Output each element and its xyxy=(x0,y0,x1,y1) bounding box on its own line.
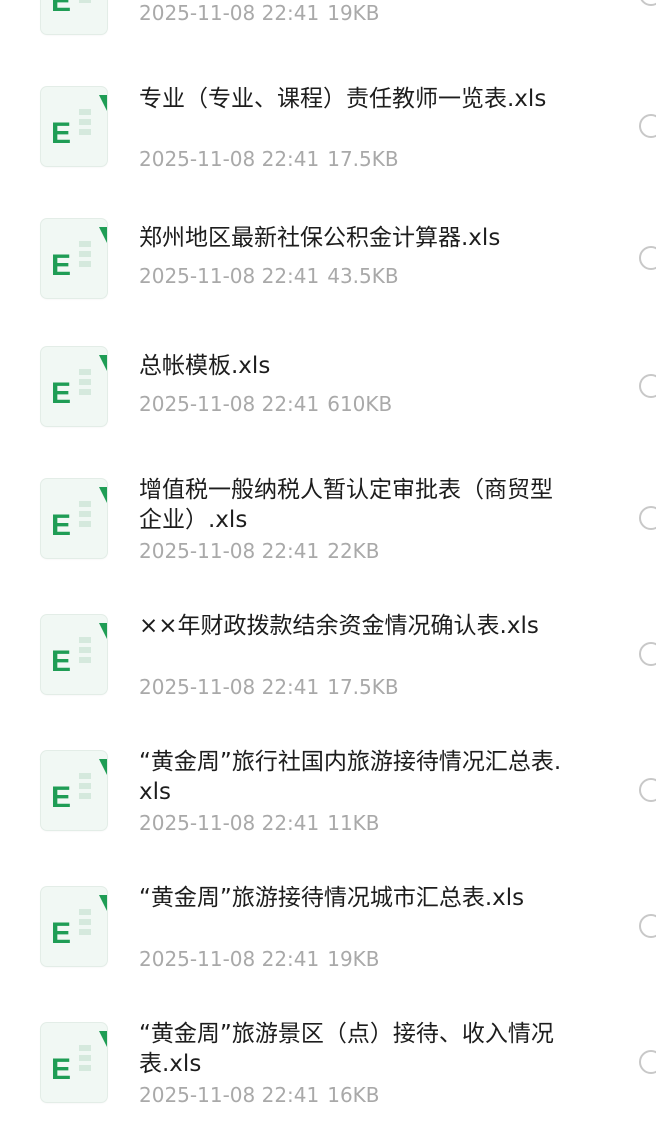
file-name: “黄金周”旅游接待情况城市汇总表.xls xyxy=(139,885,525,911)
file-meta: 2025-11-08 22:41 16KB xyxy=(139,1082,380,1108)
file-size: 16KB xyxy=(327,1083,380,1107)
file-list: E 2025-11-08 22:41 19KB E 专业（专业、课程）责任教师一览… xyxy=(0,0,656,1124)
file-list-item[interactable]: E “黄金周”旅游接待情况城市汇总表.xls 2025-11-08 22:41 1… xyxy=(0,800,656,971)
file-list-item[interactable]: E 专业（专业、课程）责任教师一览表.xls 2025-11-08 22:41 1… xyxy=(0,0,656,171)
select-radio[interactable] xyxy=(639,914,656,938)
select-radio[interactable] xyxy=(639,506,656,530)
file-name: “黄金周”旅游景区（点）接待、收入情况表.xls xyxy=(139,1021,554,1077)
file-name: “黄金周”旅行社国内旅游接待情况汇总表.xls xyxy=(139,749,562,805)
select-radio[interactable] xyxy=(639,642,656,666)
file-name: 郑州地区最新社保公积金计算器.xls xyxy=(139,225,501,251)
excel-file-icon: E xyxy=(41,1023,107,1102)
file-list-item[interactable]: E “黄金周”旅游景区（点）接待、收入情况表.xls 2025-11-08 22… xyxy=(0,936,656,1107)
file-name: 专业（专业、课程）责任教师一览表.xls xyxy=(139,86,547,112)
file-name: 总帐模板.xls xyxy=(139,353,271,379)
file-list-item[interactable]: E “黄金周”旅行社国内旅游接待情况汇总表.xls 2025-11-08 22:… xyxy=(0,664,656,835)
file-list-item[interactable]: E 总帐模板.xls 2025-11-08 22:41 610KB xyxy=(0,264,656,426)
file-list-item[interactable]: E ××年财政拨款结余资金情况确认表.xls 2025-11-08 22:41 1… xyxy=(0,528,656,699)
svg-text:E: E xyxy=(51,1053,71,1086)
file-name: ××年财政拨款结余资金情况确认表.xls xyxy=(139,613,539,639)
file-list-item[interactable]: E 郑州地区最新社保公积金计算器.xls 2025-11-08 22:41 43.… xyxy=(0,136,656,298)
file-list-item[interactable]: E 增值税一般纳税人暂认定审批表（商贸型企业）.xls 2025-11-08 2… xyxy=(0,392,656,563)
select-radio[interactable] xyxy=(639,778,656,802)
file-date: 2025-11-08 22:41 xyxy=(139,1083,320,1107)
select-radio[interactable] xyxy=(639,1050,656,1074)
select-radio[interactable] xyxy=(639,114,656,138)
file-name: 增值税一般纳税人暂认定审批表（商贸型企业）.xls xyxy=(139,477,553,533)
